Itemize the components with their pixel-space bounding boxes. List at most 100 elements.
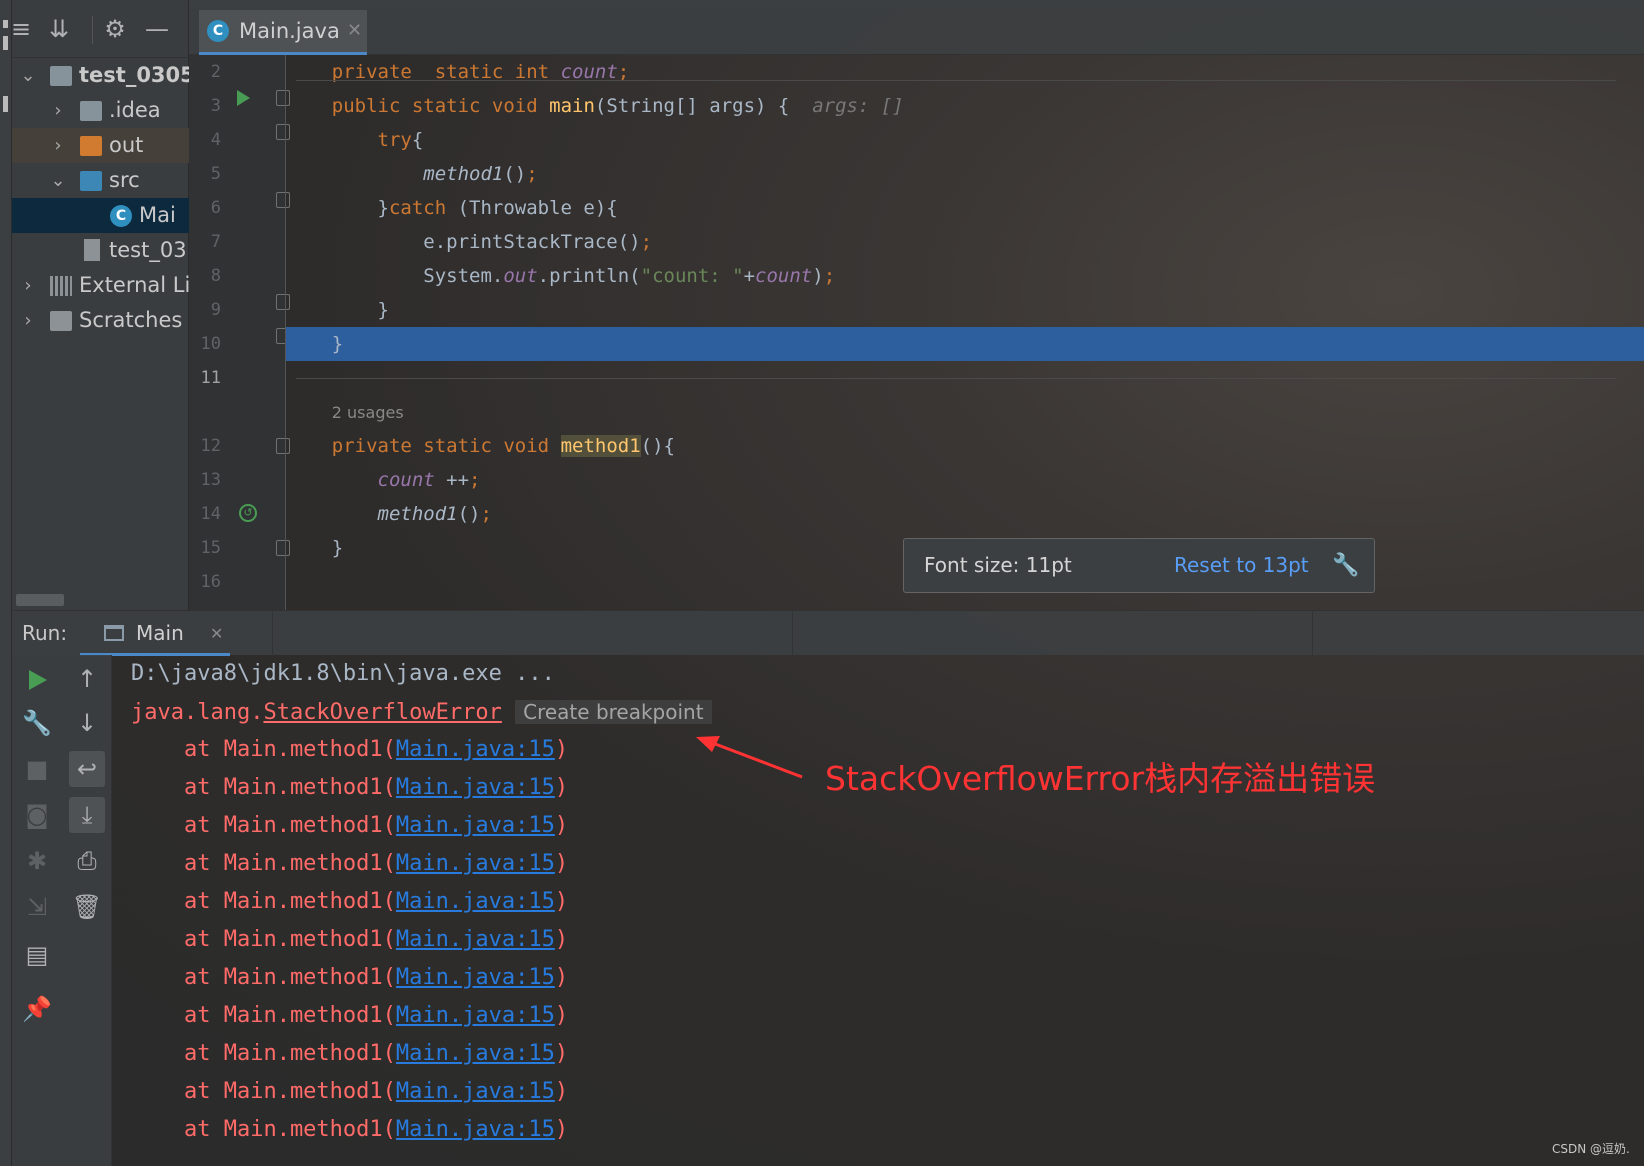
close-icon[interactable]: ✕ (347, 10, 362, 52)
tab-main-java[interactable]: C Main.java ✕ (199, 10, 367, 55)
source-link[interactable]: Main.java:15 (396, 1041, 555, 1066)
exit-icon[interactable]: ⇲ (19, 889, 55, 925)
debug-icon[interactable]: ✱ (19, 843, 55, 879)
chevron-down-icon[interactable]: ⌄ (48, 163, 68, 198)
layout-icon[interactable]: ▤ (19, 937, 55, 973)
project-strip-glyph (3, 96, 8, 112)
tree-item-iml[interactable]: test_03 (12, 233, 189, 268)
tree-item-src[interactable]: ⌄ src (12, 163, 189, 198)
run-gutter-icon[interactable] (237, 90, 250, 106)
pin-icon[interactable]: 📌 (19, 991, 55, 1027)
close-icon[interactable]: ✕ (210, 611, 223, 656)
play-icon (29, 670, 47, 690)
source-link[interactable]: Main.java:15 (396, 775, 555, 800)
console-output[interactable]: D:\java8\jdk1.8\bin\java.exe ... java.la… (113, 655, 1644, 1166)
stack-trace-prefix: at Main.method1( (131, 1117, 396, 1142)
camera-icon[interactable]: ◙ (19, 797, 55, 833)
chevron-right-icon[interactable]: › (18, 268, 38, 303)
chevron-down-icon[interactable]: ⌄ (18, 58, 38, 93)
editor-tab-bar: C Main.java ✕ (189, 0, 1644, 55)
arrow-down-icon[interactable]: ↓ (69, 705, 105, 741)
tree-item-external-libraries[interactable]: › External Li (12, 268, 189, 303)
print-icon[interactable]: ⎙ (69, 843, 105, 879)
soft-wrap-icon[interactable]: ↩ (69, 751, 105, 787)
minimize-icon[interactable]: — (142, 14, 172, 44)
line-number: 16 (200, 572, 221, 592)
scroll-to-end-icon[interactable]: ⤓ (69, 797, 105, 833)
rerun-button[interactable] (19, 661, 55, 697)
code-line: method1(); (423, 163, 538, 185)
line-number: 12 (200, 436, 221, 456)
tree-item-main[interactable]: C Mai (12, 198, 189, 233)
code-line: 2 usages (286, 395, 1644, 429)
chevron-right-icon[interactable]: › (48, 93, 68, 128)
stack-trace-prefix: at Main.method1( (131, 851, 396, 876)
gear-icon[interactable]: ⚙ (100, 14, 130, 44)
run-panel-header: Run: Main ✕ (12, 610, 1644, 656)
chevron-right-icon[interactable]: › (48, 128, 68, 163)
reset-font-size-link[interactable]: Reset to 13pt (1174, 539, 1309, 592)
stack-trace-line: at Main.method1(Main.java:15) (131, 807, 568, 845)
code-line: System.out.println("count: "+count); (286, 265, 836, 287)
stack-trace-suffix: ) (554, 965, 569, 990)
stack-trace-line: at Main.method1(Main.java:15) (131, 731, 568, 769)
horizontal-scrollbar[interactable] (16, 594, 64, 606)
source-link[interactable]: Main.java:15 (396, 965, 555, 990)
source-link[interactable]: Main.java:15 (396, 851, 555, 876)
stack-trace-suffix: ) (554, 1079, 569, 1104)
stack-trace-prefix: at Main.method1( (131, 1003, 396, 1028)
run-toolbar-secondary: ↑ ↓ ↩ ⤓ ⎙ 🗑 (62, 655, 112, 1166)
tree-item-label: test_03 (109, 238, 187, 262)
error-class-link[interactable]: StackOverflowError (263, 700, 501, 725)
recursive-call-icon: ↺ (239, 504, 257, 522)
code-editor[interactable]: private static int count; public static … (286, 55, 1644, 610)
create-breakpoint-hint[interactable]: Create breakpoint (515, 700, 712, 724)
tab-label: Main.java (239, 19, 340, 43)
font-size-popup: Font size: 11pt Reset to 13pt 🔧 (903, 538, 1375, 593)
stack-trace-suffix: ) (554, 1041, 569, 1066)
stack-trace-line: at Main.method1(Main.java:15) (131, 769, 568, 807)
stack-trace-line: at Main.method1(Main.java:15) (131, 1073, 568, 1111)
source-link[interactable]: Main.java:15 (396, 813, 555, 838)
usages-hint[interactable]: 2 usages (332, 403, 404, 422)
line-number: 9 (210, 300, 221, 320)
code-line: private static int count; (331, 61, 630, 83)
line-number: 11 (200, 368, 221, 388)
tree-item-idea[interactable]: › .idea (12, 93, 189, 128)
source-link[interactable]: Main.java:15 (396, 889, 555, 914)
font-size-label: Font size: 11pt (924, 553, 1072, 577)
tree-item-label: Mai (139, 203, 176, 227)
code-line: }catch (Throwable e){ (286, 197, 618, 219)
stack-trace-prefix: at Main.method1( (131, 1041, 396, 1066)
expand-all-icon[interactable]: ≡ (6, 14, 36, 44)
collapse-all-icon[interactable]: ⇊ (44, 14, 74, 44)
error-prefix: java.lang. (131, 700, 264, 725)
stack-trace-suffix: ) (554, 737, 569, 762)
arrow-up-icon[interactable]: ↑ (69, 661, 105, 697)
wrench-icon[interactable]: 🔧 (1332, 539, 1359, 592)
source-link[interactable]: Main.java:15 (396, 927, 555, 952)
run-toolbar-primary: 🔧 ■ ◙ ✱ ⇲ ▤ 📌 (12, 655, 62, 1166)
tree-item-scratches[interactable]: › Scratches (12, 303, 189, 338)
source-link[interactable]: Main.java:15 (396, 1079, 555, 1104)
trash-icon[interactable]: 🗑 (69, 889, 105, 925)
source-link[interactable]: Main.java:15 (396, 1003, 555, 1028)
module-file-icon (84, 239, 100, 261)
run-tab-label: Main (136, 621, 184, 645)
line-number: 13 (200, 470, 221, 490)
header-divider (272, 611, 273, 656)
source-link[interactable]: Main.java:15 (396, 1117, 555, 1142)
stack-trace-prefix: at Main.method1( (131, 927, 396, 952)
run-tab-main[interactable]: Main ✕ (80, 611, 230, 656)
source-link[interactable]: Main.java:15 (396, 737, 555, 762)
tree-item-project-root[interactable]: ⌄ test_0305 (12, 58, 189, 93)
tree-item-out[interactable]: › out (12, 128, 189, 163)
project-panel: ≡ ⇊ ⚙ — ⌄ test_0305 › .idea › out ⌄ src … (11, 0, 189, 610)
stack-trace-prefix: at Main.method1( (131, 889, 396, 914)
code-line: try{ (377, 129, 424, 151)
line-number: 7 (210, 232, 221, 252)
stack-trace-prefix: at Main.method1( (131, 737, 396, 762)
wrench-icon[interactable]: 🔧 (19, 705, 55, 741)
stop-icon[interactable]: ■ (19, 751, 55, 787)
chevron-right-icon[interactable]: › (18, 303, 38, 338)
